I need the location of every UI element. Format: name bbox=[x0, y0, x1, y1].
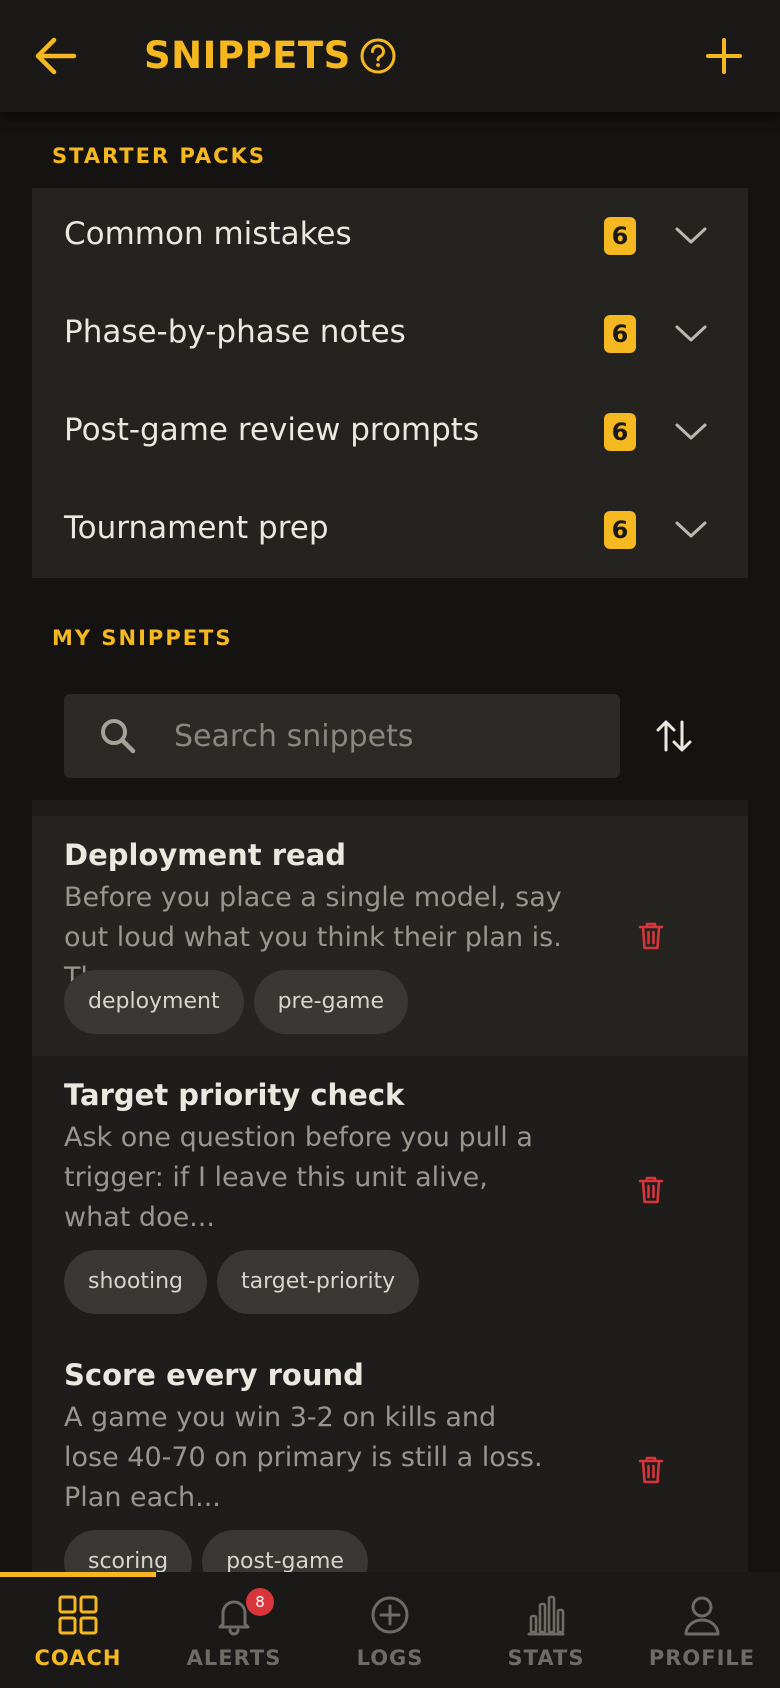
grid-icon bbox=[57, 1594, 99, 1636]
tab-profile[interactable]: PROFILE bbox=[624, 1572, 780, 1688]
snippet-body: A game you win 3-2 on kills and lose 40-… bbox=[64, 1402, 543, 1513]
count-badge: 6 bbox=[604, 217, 636, 255]
snippet-title: Target priority check bbox=[64, 1078, 405, 1112]
tab-alerts[interactable]: 8 ALERTS bbox=[156, 1572, 312, 1688]
snippet-card[interactable]: Deployment read Before you place a singl… bbox=[32, 816, 748, 1056]
chevron-down-icon[interactable] bbox=[674, 416, 708, 446]
search-input[interactable] bbox=[174, 708, 594, 764]
bar-chart-icon bbox=[525, 1594, 567, 1636]
count-badge: 6 bbox=[604, 413, 636, 451]
snippet-list: Deployment read Before you place a singl… bbox=[32, 800, 748, 1572]
app-bar: SNIPPETS bbox=[0, 0, 780, 112]
tab-stats[interactable]: STATS bbox=[468, 1572, 624, 1688]
back-arrow-icon[interactable] bbox=[32, 34, 80, 78]
starter-pack-common-mistakes[interactable]: Common mistakes 6 bbox=[32, 188, 748, 286]
starter-pack-post-game-review[interactable]: Post-game review prompts 6 bbox=[32, 384, 748, 482]
bottom-nav: COACH 8 ALERTS LOGS STATS PROFILE bbox=[0, 1572, 780, 1688]
trash-icon[interactable] bbox=[636, 1454, 666, 1486]
starter-pack-name: Phase-by-phase notes bbox=[64, 314, 406, 350]
tag-list: scoring post-game bbox=[64, 1530, 368, 1572]
snippet-card[interactable]: Target priority check Ask one question b… bbox=[32, 1056, 748, 1336]
starter-pack-tournament-prep[interactable]: Tournament prep 6 bbox=[32, 482, 748, 580]
my-snippets-heading: MY SNIPPETS bbox=[52, 626, 233, 650]
snippet-card[interactable]: Score every round A game you win 3-2 on … bbox=[32, 1336, 748, 1572]
chevron-down-icon[interactable] bbox=[674, 514, 708, 544]
add-icon[interactable] bbox=[702, 34, 746, 78]
tag-chip[interactable]: post-game bbox=[202, 1530, 368, 1572]
sort-icon[interactable] bbox=[652, 714, 696, 758]
tab-label: COACH bbox=[34, 1646, 122, 1670]
tab-logs[interactable]: LOGS bbox=[312, 1572, 468, 1688]
starter-pack-phase-by-phase[interactable]: Phase-by-phase notes 6 bbox=[32, 286, 748, 384]
plus-circle-icon bbox=[369, 1594, 411, 1636]
tab-label: LOGS bbox=[356, 1646, 424, 1670]
tag-chip[interactable]: deployment bbox=[64, 970, 244, 1034]
tab-label: PROFILE bbox=[648, 1646, 756, 1670]
tab-label: STATS bbox=[507, 1646, 585, 1670]
tag-list: deployment pre-game bbox=[64, 970, 409, 1034]
snippet-title: Deployment read bbox=[64, 838, 347, 872]
starter-pack-name: Common mistakes bbox=[64, 216, 352, 252]
count-badge: 6 bbox=[604, 315, 636, 353]
starter-packs-heading: STARTER PACKS bbox=[52, 144, 266, 168]
search-box bbox=[64, 694, 620, 778]
help-icon[interactable] bbox=[358, 36, 398, 76]
tag-chip[interactable]: scoring bbox=[64, 1530, 193, 1572]
tag-list: shooting target-priority bbox=[64, 1250, 420, 1314]
starter-pack-name: Tournament prep bbox=[64, 510, 329, 546]
trash-icon[interactable] bbox=[636, 920, 666, 952]
page-title: SNIPPETS bbox=[144, 34, 351, 77]
snippet-body: Ask one question before you pull a trigg… bbox=[64, 1122, 533, 1233]
search-icon bbox=[98, 716, 138, 756]
count-badge: 6 bbox=[604, 511, 636, 549]
starter-pack-name: Post-game review prompts bbox=[64, 412, 480, 448]
notification-badge: 8 bbox=[246, 1588, 274, 1616]
tab-label: ALERTS bbox=[186, 1646, 282, 1670]
tag-chip[interactable]: target-priority bbox=[216, 1250, 420, 1314]
tag-chip[interactable]: shooting bbox=[64, 1250, 207, 1314]
chevron-down-icon[interactable] bbox=[674, 318, 708, 348]
chevron-down-icon[interactable] bbox=[674, 220, 708, 250]
tag-chip[interactable]: pre-game bbox=[253, 970, 409, 1034]
tab-coach[interactable]: COACH bbox=[0, 1572, 156, 1688]
starter-packs-list: Common mistakes 6 Phase-by-phase notes 6… bbox=[32, 188, 748, 578]
snippet-title: Score every round bbox=[64, 1358, 364, 1392]
person-icon bbox=[681, 1594, 723, 1636]
trash-icon[interactable] bbox=[636, 1174, 666, 1206]
